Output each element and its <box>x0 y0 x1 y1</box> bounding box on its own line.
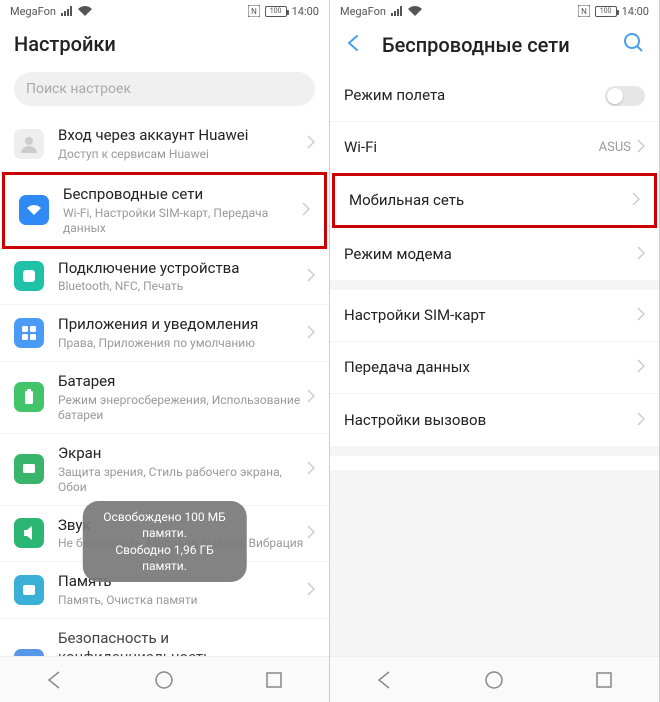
wireless-networks-screen: MegaFon N 100 14:00 Беспроводные сети Ре… <box>330 0 660 702</box>
battery-icon: 100 <box>265 6 287 17</box>
wifi-value: ASUS <box>599 140 631 155</box>
svg-text:N: N <box>581 7 587 16</box>
row-huawei-account[interactable]: Вход через аккаунт Huawei Доступ к серви… <box>0 116 329 173</box>
battery-icon: 100 <box>595 6 617 17</box>
wireless-list: Режим полета Wi-Fi ASUS Мобильная сеть Р… <box>330 70 659 656</box>
nfc-icon: N <box>578 5 590 17</box>
nav-back-button[interactable] <box>45 670 65 690</box>
row-call-settings[interactable]: Настройки вызовов <box>330 394 659 446</box>
row-security[interactable]: Безопасность и конфиденциальность Разбло… <box>0 619 329 656</box>
chevron-right-icon <box>637 306 645 325</box>
settings-screen: MegaFon N 100 14:00 Настройки Поиск наст… <box>0 0 330 702</box>
storage-icon <box>14 575 44 605</box>
page-header: Беспроводные сети <box>330 22 659 70</box>
row-tethering[interactable]: Режим модема <box>330 228 659 280</box>
toast-message: Освобождено 100 МБ памяти. Свободно 1,96… <box>82 501 247 582</box>
row-wifi[interactable]: Wi-Fi ASUS <box>330 122 659 174</box>
chevron-right-icon <box>637 138 645 157</box>
chevron-right-icon <box>307 581 315 600</box>
status-bar: MegaFon N 100 14:00 <box>0 0 329 22</box>
airplane-toggle[interactable] <box>605 86 645 106</box>
chevron-right-icon <box>302 201 310 220</box>
chevron-right-icon <box>307 524 315 543</box>
page-title: Настройки <box>14 32 116 56</box>
nav-back-button[interactable] <box>375 670 395 690</box>
status-bar: MegaFon N 100 14:00 <box>330 0 659 22</box>
nav-home-button[interactable] <box>154 670 174 690</box>
chevron-right-icon <box>307 267 315 286</box>
section-divider <box>330 470 659 656</box>
device-connection-icon <box>14 261 44 291</box>
nav-recent-button[interactable] <box>264 670 284 690</box>
signal-icon <box>61 6 73 16</box>
chevron-right-icon <box>637 245 645 264</box>
chevron-right-icon <box>307 324 315 343</box>
carrier-label: MegaFon <box>340 5 386 18</box>
chevron-right-icon <box>637 358 645 377</box>
search-icon[interactable] <box>623 32 645 58</box>
wifi-icon <box>408 6 422 16</box>
section-divider <box>330 446 659 456</box>
wifi-icon <box>78 6 92 16</box>
chevron-right-icon <box>307 654 315 656</box>
signal-icon <box>391 6 403 16</box>
row-sim-settings[interactable]: Настройки SIM-карт <box>330 290 659 342</box>
row-wireless-networks[interactable]: Беспроводные сети Wi-Fi, Настройки SIM-к… <box>2 172 327 249</box>
clock: 14:00 <box>292 5 319 18</box>
avatar-icon <box>14 129 44 159</box>
row-device-connection[interactable]: Подключение устройства Bluetooth, NFC, П… <box>0 249 329 306</box>
chevron-right-icon <box>632 191 640 210</box>
page-title: Беспроводные сети <box>382 33 570 57</box>
sound-icon <box>14 518 44 548</box>
chevron-right-icon <box>307 460 315 479</box>
settings-list: Вход через аккаунт Huawei Доступ к серви… <box>0 116 329 656</box>
nav-home-button[interactable] <box>484 670 504 690</box>
security-icon <box>14 649 44 656</box>
wifi-settings-icon <box>19 195 49 225</box>
nav-bar <box>330 656 659 702</box>
nfc-icon: N <box>248 5 260 17</box>
search-placeholder: Поиск настроек <box>26 81 131 97</box>
chevron-right-icon <box>307 388 315 407</box>
row-display[interactable]: Экран Защита зрения, Стиль рабочего экра… <box>0 434 329 506</box>
battery-settings-icon <box>14 382 44 412</box>
nav-recent-button[interactable] <box>594 670 614 690</box>
search-input[interactable]: Поиск настроек <box>14 72 315 106</box>
page-header: Настройки <box>0 22 329 68</box>
apps-icon <box>14 318 44 348</box>
chevron-right-icon <box>307 134 315 153</box>
carrier-label: MegaFon <box>10 5 56 18</box>
row-mobile-network[interactable]: Мобильная сеть <box>332 173 657 228</box>
row-airplane-mode[interactable]: Режим полета <box>330 70 659 122</box>
chevron-right-icon <box>637 411 645 430</box>
svg-text:N: N <box>251 7 257 16</box>
row-apps-notifications[interactable]: Приложения и уведомления Права, Приложен… <box>0 305 329 362</box>
nav-bar <box>0 656 329 702</box>
section-divider <box>330 280 659 290</box>
back-button[interactable] <box>344 33 364 57</box>
row-battery[interactable]: Батарея Режим энергосбережения, Использо… <box>0 362 329 434</box>
row-data-transfer[interactable]: Передача данных <box>330 342 659 394</box>
clock: 14:00 <box>622 5 649 18</box>
display-icon <box>14 454 44 484</box>
